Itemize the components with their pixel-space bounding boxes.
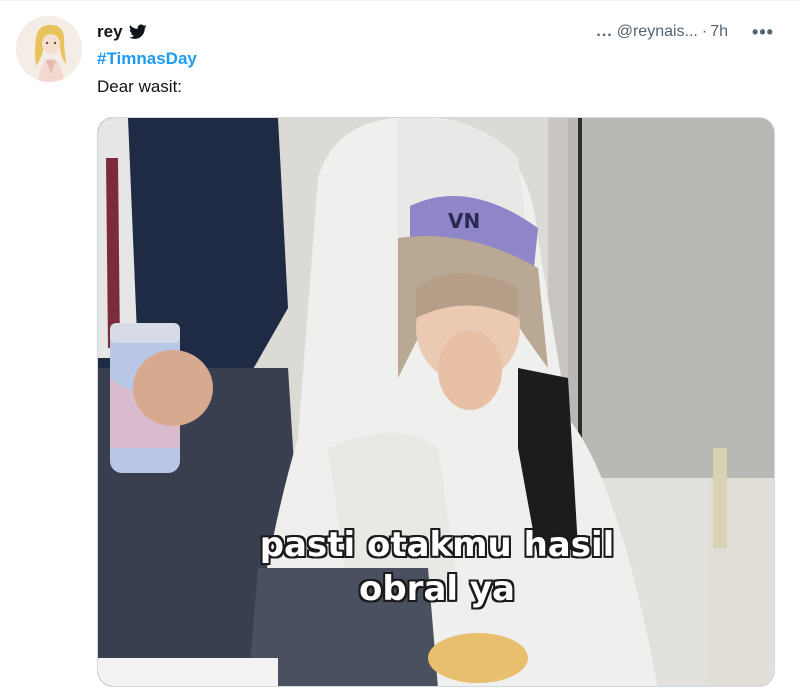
timestamp[interactable]: 7h	[710, 23, 728, 41]
tweet-header: rey	[97, 20, 147, 44]
caption-line-2: obral ya	[358, 569, 515, 609]
handle[interactable]: @reynais...	[617, 23, 698, 41]
separator: ·	[701, 23, 708, 40]
beanie-text: VN	[448, 209, 480, 233]
divider	[0, 0, 800, 1]
tweet-media[interactable]: VN pasti otakmu hasil obral ya	[97, 117, 775, 687]
tweet-meta: ... @reynais... · 7h	[596, 20, 728, 44]
tweet-text: Dear wasit:	[97, 77, 183, 96]
hashtag-link[interactable]: #TimnasDay	[97, 49, 197, 69]
truncated-name: ...	[596, 23, 613, 40]
display-name[interactable]: rey	[97, 22, 123, 42]
tweet-card: rey ... @reynais... · 7h ••• #TimnasDay …	[0, 0, 800, 698]
avatar-image	[16, 16, 82, 82]
twitter-bird-icon	[128, 24, 147, 40]
caption-line-1: pasti otakmu hasil	[259, 525, 615, 565]
more-options-icon[interactable]: •••	[746, 20, 780, 44]
avatar[interactable]	[16, 16, 82, 82]
